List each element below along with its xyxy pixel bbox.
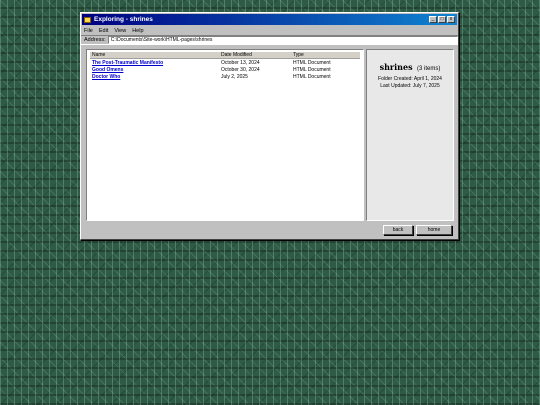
item-count: (3 items) (417, 66, 441, 72)
file-row[interactable]: The Post-Traumatic Manifesto October 13,… (90, 59, 360, 66)
close-button[interactable]: x (447, 16, 455, 23)
column-header-date[interactable]: Date Modified (221, 52, 293, 58)
file-row[interactable]: Good Omens October 30, 2024 HTML Documen… (90, 66, 360, 73)
file-list-pane: Name Date Modified Type The Post-Traumat… (86, 49, 364, 221)
last-updated: Last Updated: July 7, 2025 (380, 83, 440, 89)
file-date: October 30, 2024 (221, 66, 260, 73)
folder-icon (84, 16, 91, 23)
address-input[interactable]: C:\Documents\Site-work\HTML-pages\shrine… (107, 36, 458, 44)
folder-created: Folder Created: April 1, 2024 (378, 76, 442, 82)
menu-bar: File Edit View Help (81, 26, 458, 35)
file-type: HTML Document (293, 73, 331, 80)
window-title: Exploring - shrines (94, 16, 153, 23)
file-row[interactable]: Doctor Who July 2, 2025 HTML Document (90, 73, 360, 80)
file-date: October 13, 2024 (221, 59, 260, 66)
home-button[interactable]: home (416, 225, 452, 235)
file-link[interactable]: The Post-Traumatic Manifesto (90, 60, 221, 66)
address-label: Address: (84, 37, 106, 43)
folder-info-pane: shrines (3 items) Folder Created: April … (366, 49, 454, 221)
content-area: Name Date Modified Type The Post-Traumat… (86, 49, 454, 221)
minimize-button[interactable]: _ (429, 16, 437, 23)
title-bar[interactable]: Exploring - shrines _ □ x (82, 14, 457, 25)
file-link[interactable]: Good Omens (90, 67, 221, 73)
column-headers: Name Date Modified Type (90, 52, 360, 59)
maximize-button[interactable]: □ (438, 16, 446, 23)
column-header-type[interactable]: Type (293, 52, 360, 58)
file-link[interactable]: Doctor Who (90, 74, 221, 80)
menu-view[interactable]: View (114, 28, 126, 34)
menu-file[interactable]: File (84, 28, 93, 34)
menu-help[interactable]: Help (132, 28, 143, 34)
file-type: HTML Document (293, 59, 331, 66)
back-button[interactable]: back (383, 225, 413, 235)
file-date: July 2, 2025 (221, 73, 248, 80)
file-type: HTML Document (293, 66, 331, 73)
menu-edit[interactable]: Edit (99, 28, 108, 34)
button-row: back home (383, 225, 452, 235)
explorer-window: Exploring - shrines _ □ x File Edit View… (80, 12, 459, 240)
folder-name: shrines (379, 62, 413, 72)
folder-heading: shrines (3 items) (367, 57, 453, 75)
column-header-name[interactable]: Name (90, 52, 221, 58)
address-bar: Address: C:\Documents\Site-work\HTML-pag… (81, 35, 458, 45)
